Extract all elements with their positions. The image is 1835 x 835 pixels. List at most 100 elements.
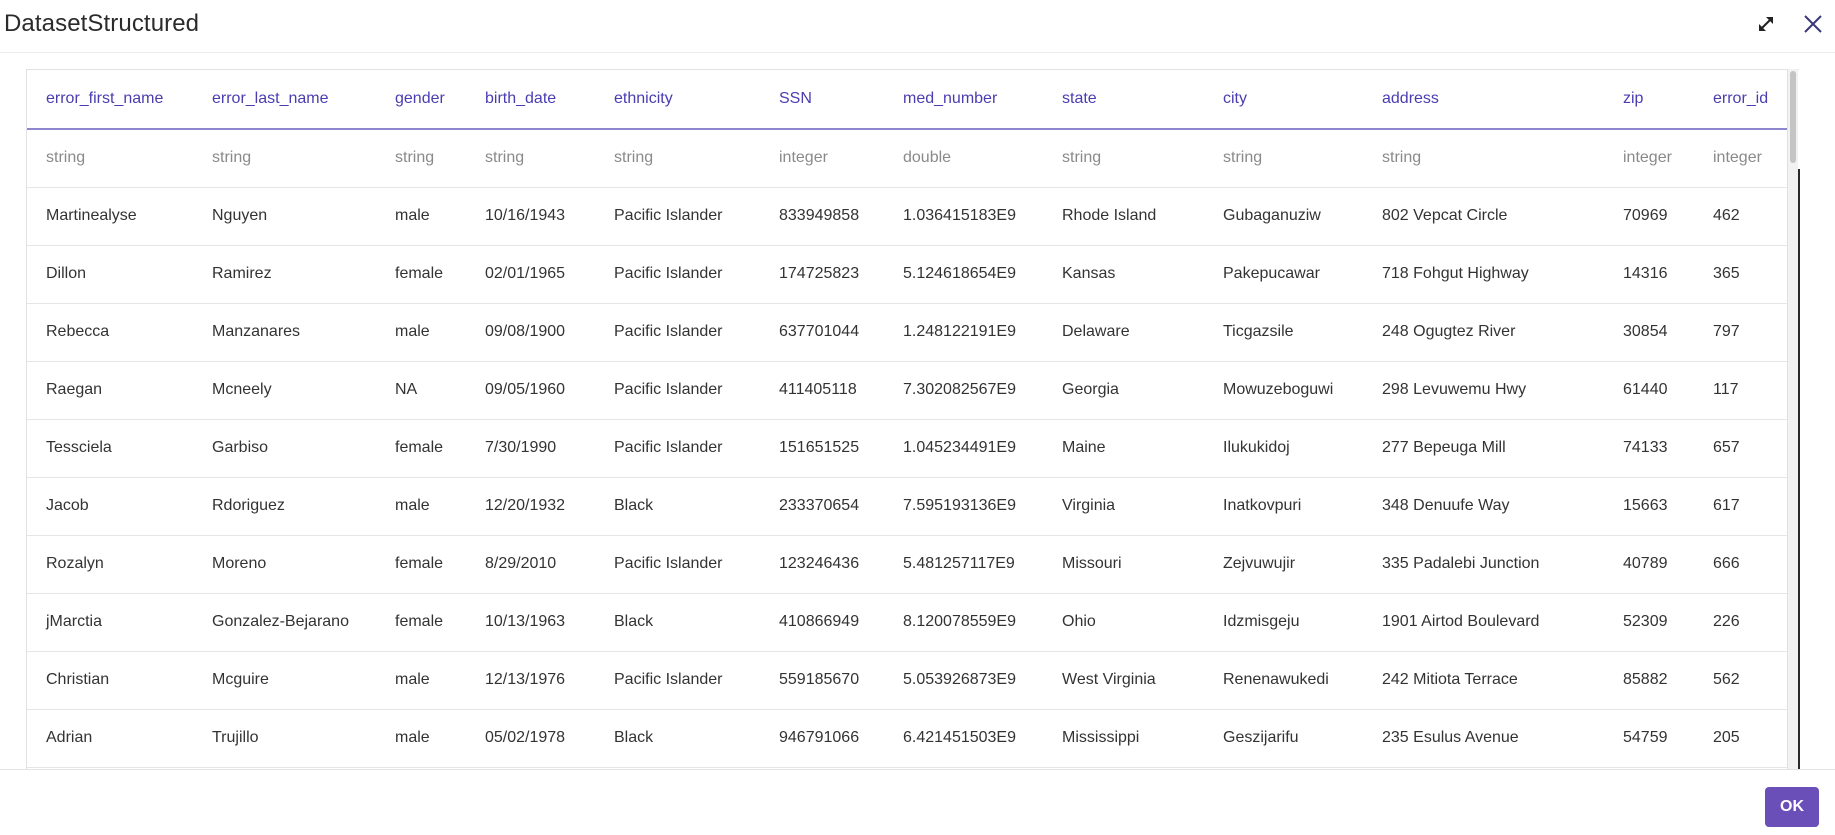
table-cell: Gubaganuziw [1204, 187, 1363, 246]
table-cell: 411405118 [760, 361, 884, 420]
table-cell: Rhode Island [1043, 187, 1204, 246]
table-cell: 335 Padalebi Junction [1363, 535, 1604, 594]
table-cell: 1.045234491E9 [884, 419, 1043, 478]
table-cell: 54759 [1604, 709, 1694, 768]
column-header-gender[interactable]: gender [376, 70, 466, 130]
table-cell: Garbiso [193, 419, 376, 478]
table-cell: 02/01/1965 [466, 245, 595, 304]
table-cell: Mcneely [193, 361, 376, 420]
table-row[interactable]: Tessciela Garbiso female 7/30/1990 Pacific I… [27, 419, 1788, 478]
panel-edge-divider [1798, 169, 1800, 769]
vertical-scrollbar[interactable] [1787, 69, 1798, 769]
table-row[interactable]: Jacob Rdoriguez male 12/20/1932 Black 2333706… [27, 477, 1788, 536]
table-cell: Mississippi [1043, 709, 1204, 768]
table-cell: female [376, 535, 466, 594]
table-cell: NA [376, 361, 466, 420]
table-cell: 242 Mitiota Terrace [1363, 651, 1604, 710]
expand-button[interactable] [1750, 10, 1782, 42]
type-row: string string string string string integ… [27, 129, 1788, 188]
column-header-city[interactable]: city [1204, 70, 1363, 130]
table-row[interactable]: Martinealyse Nguyen male 10/16/1943 Pacific … [27, 187, 1788, 246]
table-cell: Inatkovpuri [1204, 477, 1363, 536]
table-cell: 802 Vepcat Circle [1363, 187, 1604, 246]
table-cell: Trujillo [193, 709, 376, 768]
type-cell: string [595, 129, 760, 188]
table-cell: Tessciela [27, 419, 193, 478]
dialog-titlebar: DatasetStructured [0, 0, 1835, 53]
table-row[interactable]: Raegan Mcneely NA 09/05/1960 Pacific Islande… [27, 361, 1788, 420]
table-cell: 666 [1694, 535, 1788, 594]
table-cell: 617 [1694, 477, 1788, 536]
table-cell: Pakepucawar [1204, 245, 1363, 304]
table-cell: 248 Ogugtez River [1363, 303, 1604, 362]
table-cell: 235 Esulus Avenue [1363, 709, 1604, 768]
ok-button[interactable]: OK [1765, 787, 1819, 827]
table-cell: Ohio [1043, 593, 1204, 652]
table-row[interactable]: jMarctia Gonzalez-Bejarano female 10/13/196… [27, 593, 1788, 652]
dataset-dialog: DatasetStructured error_first_name error… [0, 0, 1835, 835]
column-header-state[interactable]: state [1043, 70, 1204, 130]
table-row[interactable]: Adrian Trujillo male 05/02/1978 Black 9467910… [27, 709, 1788, 768]
column-header-birth-date[interactable]: birth_date [466, 70, 595, 130]
column-header-ssn[interactable]: SSN [760, 70, 884, 130]
type-cell: double [884, 129, 1043, 188]
table-cell: male [376, 187, 466, 246]
table-cell: Black [595, 477, 760, 536]
column-header-med-number[interactable]: med_number [884, 70, 1043, 130]
table-cell: 562 [1694, 651, 1788, 710]
table-cell: 7.302082567E9 [884, 361, 1043, 420]
table-cell: Nguyen [193, 187, 376, 246]
table-cell: Missouri [1043, 535, 1204, 594]
table-cell: 12/13/1976 [466, 651, 595, 710]
table-cell: Pacific Islander [595, 419, 760, 478]
close-button[interactable] [1797, 10, 1829, 42]
column-header-address[interactable]: address [1363, 70, 1604, 130]
table-cell: Dillon [27, 245, 193, 304]
table-cell: 05/02/1978 [466, 709, 595, 768]
column-header-zip[interactable]: zip [1604, 70, 1694, 130]
scrollbar-thumb[interactable] [1790, 71, 1796, 163]
type-cell: integer [1604, 129, 1694, 188]
table-cell: Geszijarifu [1204, 709, 1363, 768]
table-cell: 09/05/1960 [466, 361, 595, 420]
column-header-error-last-name[interactable]: error_last_name [193, 70, 376, 130]
table-cell: Mowuzeboguwi [1204, 361, 1363, 420]
table-row[interactable]: Rozalyn Moreno female 8/29/2010 Pacific Isla… [27, 535, 1788, 594]
table-cell: 833949858 [760, 187, 884, 246]
table-cell: 718 Fohgut Highway [1363, 245, 1604, 304]
table-cell: Virginia [1043, 477, 1204, 536]
table-cell: 946791066 [760, 709, 884, 768]
column-header-error-first-name[interactable]: error_first_name [27, 70, 193, 130]
table-cell: Rebecca [27, 303, 193, 362]
table-cell: 10/13/1963 [466, 593, 595, 652]
table-cell: 226 [1694, 593, 1788, 652]
column-header-error-id[interactable]: error_id [1694, 70, 1788, 130]
table-cell: 30854 [1604, 303, 1694, 362]
table-cell: 61440 [1604, 361, 1694, 420]
dataset-table-container[interactable]: error_first_name error_last_name gender … [26, 69, 1799, 769]
table-row[interactable]: Dillon Ramirez female 02/01/1965 Pacific Isl… [27, 245, 1788, 304]
table-cell: Kansas [1043, 245, 1204, 304]
column-header-ethnicity[interactable]: ethnicity [595, 70, 760, 130]
table-cell: Manzanares [193, 303, 376, 362]
type-cell: integer [1694, 129, 1788, 188]
table-cell: 8.120078559E9 [884, 593, 1043, 652]
table-cell: Pacific Islander [595, 651, 760, 710]
expand-arrows-icon [1756, 14, 1776, 39]
dialog-content: error_first_name error_last_name gender … [0, 53, 1835, 770]
table-cell: Idzmisgeju [1204, 593, 1363, 652]
table-row[interactable]: Christian Mcguire male 12/13/1976 Pacific Is… [27, 651, 1788, 710]
table-cell: Adrian [27, 709, 193, 768]
table-cell: 797 [1694, 303, 1788, 362]
table-cell: Ilukukidoj [1204, 419, 1363, 478]
table-row[interactable]: Rebecca Manzanares male 09/08/1900 Pacific I… [27, 303, 1788, 362]
table-cell: Maine [1043, 419, 1204, 478]
table-cell: 52309 [1604, 593, 1694, 652]
table-cell: 205 [1694, 709, 1788, 768]
table-cell: 6.421451503E9 [884, 709, 1043, 768]
table-cell: 410866949 [760, 593, 884, 652]
table-cell: male [376, 651, 466, 710]
type-cell: string [1043, 129, 1204, 188]
table-cell: 09/08/1900 [466, 303, 595, 362]
table-cell: 657 [1694, 419, 1788, 478]
